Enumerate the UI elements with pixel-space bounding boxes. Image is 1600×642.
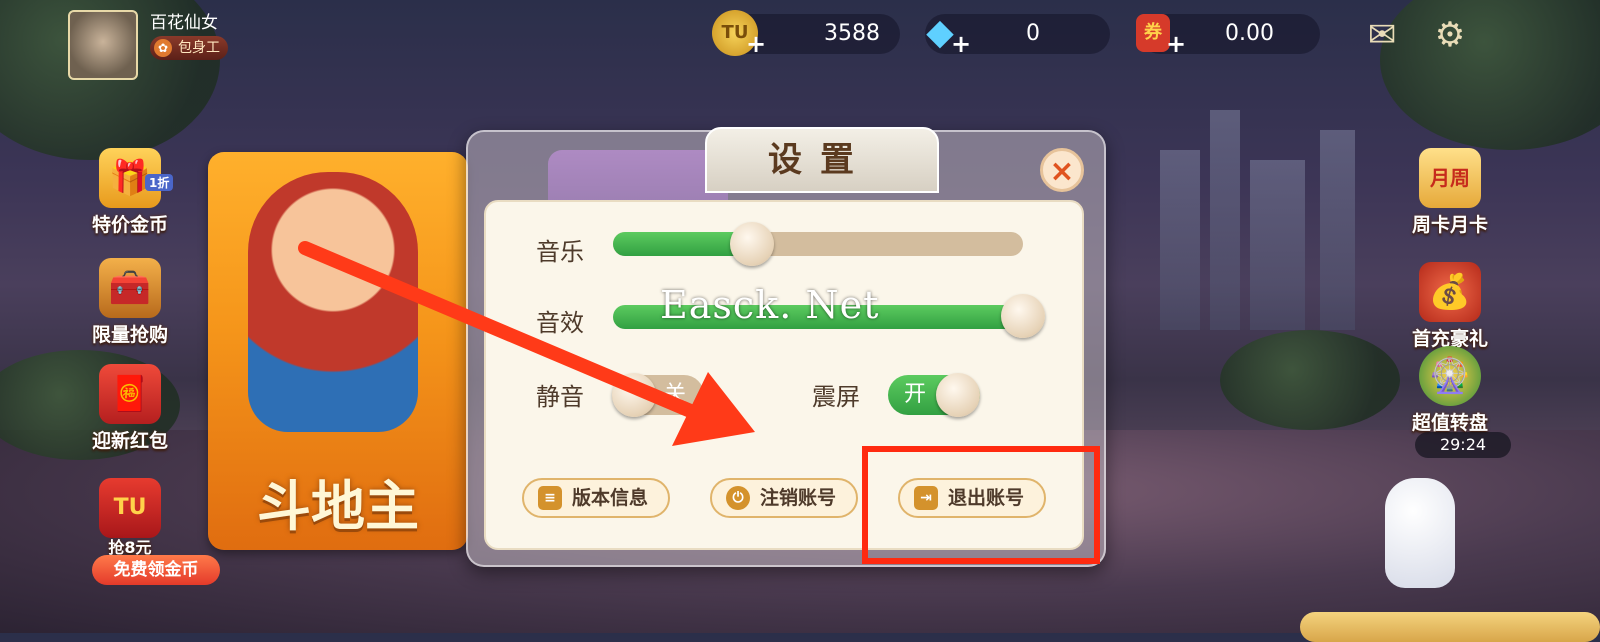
- annotation-arrow: [298, 241, 755, 446]
- logout-highlight-box: [862, 446, 1100, 564]
- arrow-shaft: [298, 241, 707, 422]
